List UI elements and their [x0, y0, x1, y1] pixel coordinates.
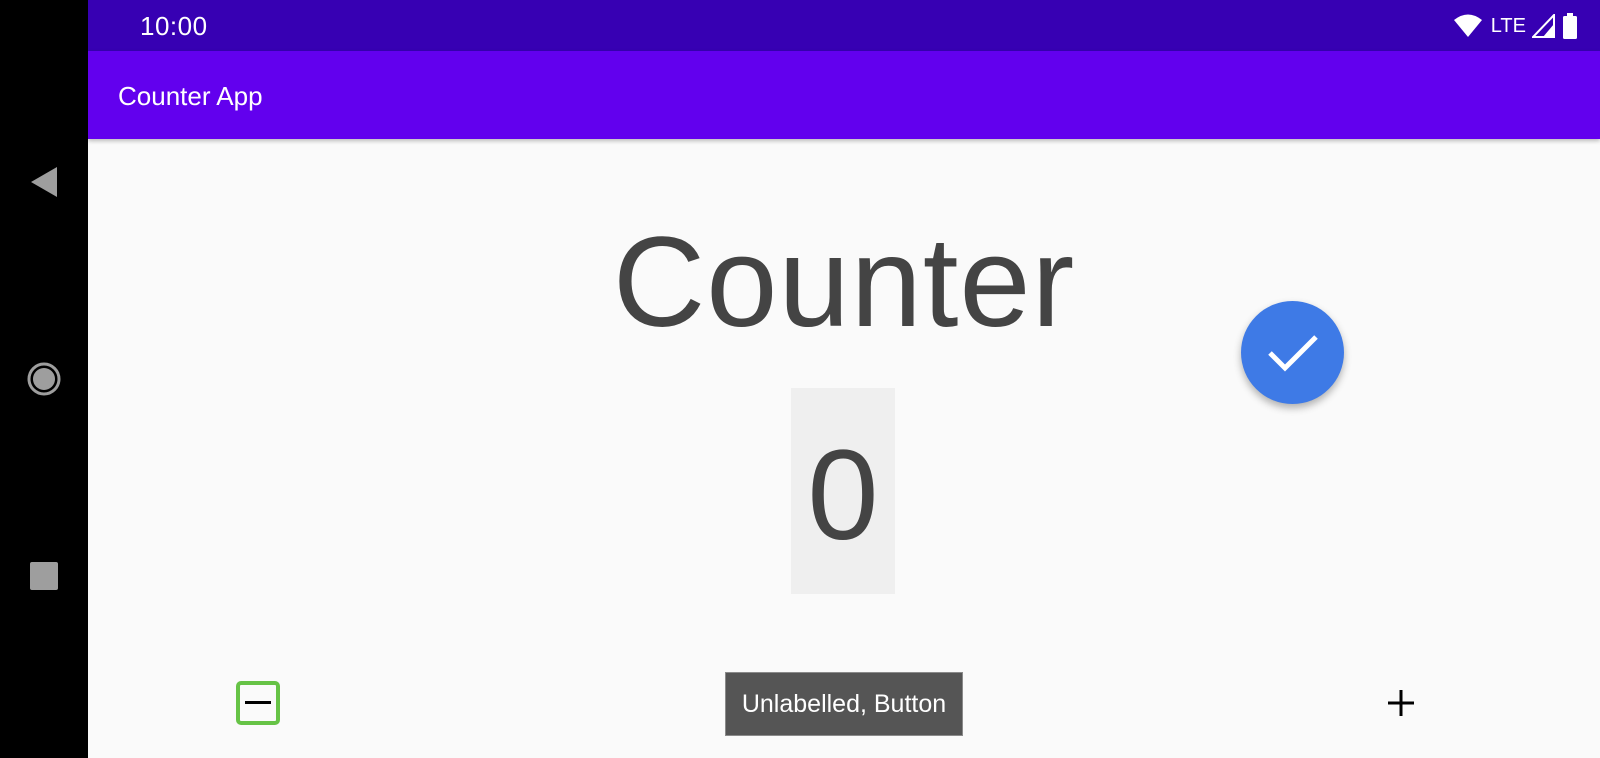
app-bar: Counter App	[88, 51, 1600, 139]
home-icon	[27, 362, 61, 396]
check-icon	[1267, 334, 1318, 372]
plus-icon	[1388, 690, 1414, 716]
status-bar: 10:00 LTE	[88, 0, 1600, 51]
wifi-icon	[1453, 14, 1482, 37]
confirm-fab[interactable]	[1241, 301, 1344, 404]
battery-icon	[1563, 13, 1577, 39]
network-type-label: LTE	[1490, 14, 1526, 37]
recents-icon	[30, 562, 58, 590]
back-button[interactable]	[0, 147, 88, 217]
app-screen: 10:00 LTE Counter App Counter 0 Unlabell…	[88, 0, 1600, 758]
counter-heading: Counter	[612, 211, 1076, 354]
status-time: 10:00	[140, 11, 208, 41]
signal-icon	[1532, 14, 1555, 38]
home-button[interactable]	[0, 344, 88, 414]
app-title: Counter App	[118, 81, 263, 111]
recents-button[interactable]	[0, 541, 88, 611]
counter-display: 0	[791, 388, 895, 594]
system-nav-bar	[0, 0, 88, 758]
accessibility-tooltip: Unlabelled, Button	[725, 672, 963, 736]
back-icon	[31, 167, 57, 197]
counter-value: 0	[807, 424, 879, 567]
decrement-button[interactable]	[236, 681, 280, 725]
minus-icon	[245, 701, 271, 704]
status-icons: LTE	[1453, 11, 1578, 41]
increment-button[interactable]	[1378, 680, 1424, 726]
